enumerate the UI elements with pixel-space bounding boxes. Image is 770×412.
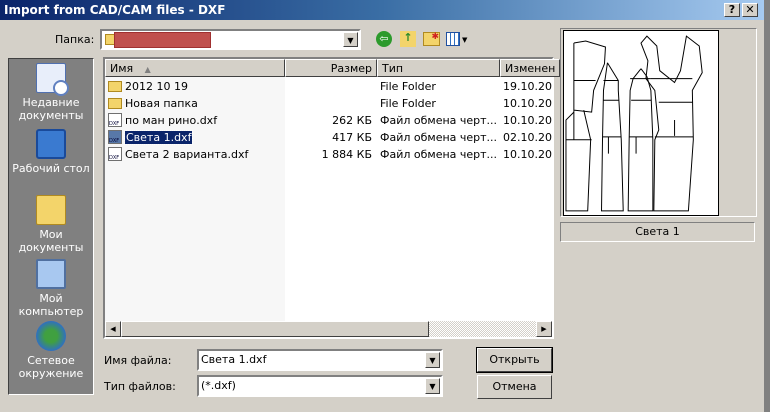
- file-size: 262 КБ: [332, 114, 372, 127]
- folder-icon: [108, 81, 122, 92]
- file-row[interactable]: DXF Света 1.dxf 417 КБ Файл обмена черт... 0…: [105, 129, 552, 146]
- window-edge: [764, 0, 770, 412]
- preview-frame: [560, 28, 757, 217]
- my-documents-icon: [36, 195, 66, 225]
- recent-documents-icon: [36, 63, 69, 96]
- file-row[interactable]: 2012 10 19 File Folder 19.10.20: [105, 78, 552, 95]
- dxf-preview-image: [563, 30, 719, 216]
- folder-icon: [108, 98, 122, 109]
- scroll-right-icon[interactable]: ▶: [536, 321, 552, 337]
- column-header-name[interactable]: Имя ▲: [105, 59, 285, 77]
- file-type: Файл обмена черт...: [380, 114, 498, 127]
- horizontal-scrollbar[interactable]: ◀ ▶: [105, 321, 552, 337]
- column-header-modified[interactable]: Изменен: [500, 59, 560, 77]
- file-row[interactable]: Новая папка File Folder 10.10.20: [105, 95, 552, 112]
- chevron-down-icon[interactable]: ▼: [425, 378, 440, 394]
- dxf-file-icon: DXF: [108, 130, 122, 144]
- file-type: Файл обмена черт...: [380, 131, 498, 144]
- preview-caption: Света 1: [560, 222, 755, 242]
- place-desktop[interactable]: Рабочий стол: [9, 129, 93, 175]
- open-button[interactable]: Открыть: [476, 347, 553, 373]
- file-name: по ман рино.dxf: [125, 114, 218, 127]
- file-type: File Folder: [380, 97, 436, 110]
- chevron-down-icon[interactable]: ▼: [343, 32, 358, 47]
- file-row[interactable]: DXF по ман рино.dxf 262 КБ Файл обмена черт…: [105, 112, 552, 129]
- file-name: Новая папка: [125, 97, 198, 110]
- file-name: Света 1.dxf: [123, 130, 194, 145]
- file-modified: 02.10.20: [503, 131, 552, 144]
- lookin-combo[interactable]: ▼: [100, 29, 361, 50]
- file-name: Света 2 варианта.dxf: [125, 148, 249, 161]
- file-list[interactable]: Имя ▲ Размер Тип Изменен 2012 10 19 File …: [103, 57, 560, 339]
- view-menu-icon[interactable]: [446, 32, 460, 46]
- redacted-path: [114, 32, 211, 48]
- network-icon: [36, 321, 66, 351]
- dxf-file-icon: DXF: [108, 147, 122, 161]
- file-name: 2012 10 19: [125, 80, 188, 93]
- back-icon[interactable]: ⇦: [376, 31, 392, 47]
- scroll-thumb[interactable]: [121, 321, 429, 337]
- places-bar: Недавние документы Рабочий стол Мои доку…: [8, 58, 94, 395]
- file-modified: 19.10.20: [503, 80, 552, 93]
- place-recent[interactable]: Недавние документы: [9, 63, 93, 122]
- place-my-documents[interactable]: Мои документы: [9, 195, 93, 254]
- column-header-size[interactable]: Размер: [285, 59, 377, 77]
- title-bar: Import from CAD/CAM files - DXF: [0, 0, 764, 20]
- dxf-file-icon: DXF: [108, 113, 122, 127]
- column-header-type[interactable]: Тип: [377, 59, 500, 77]
- view-menu-chevron-icon[interactable]: ▼: [462, 36, 467, 44]
- filetype-label: Тип файлов:: [104, 380, 176, 393]
- filename-input[interactable]: Света 1.dxf ▼: [197, 349, 443, 371]
- file-modified: 10.10.20: [503, 114, 552, 127]
- file-size: 417 КБ: [332, 131, 372, 144]
- place-my-computer[interactable]: Мой компьютер: [9, 259, 93, 318]
- file-type: File Folder: [380, 80, 436, 93]
- chevron-down-icon[interactable]: ▼: [425, 352, 440, 368]
- help-button[interactable]: ?: [724, 3, 740, 17]
- filename-label: Имя файла:: [104, 354, 172, 367]
- up-folder-icon[interactable]: ↑: [400, 31, 416, 47]
- filetype-select[interactable]: (*.dxf) ▼: [197, 375, 443, 397]
- file-modified: 10.10.20: [503, 97, 552, 110]
- lookin-label: Папка:: [55, 33, 95, 46]
- my-computer-icon: [36, 259, 66, 289]
- new-folder-icon[interactable]: ✱: [423, 32, 440, 46]
- place-network[interactable]: Сетевое окружение: [9, 321, 93, 380]
- window-title: Import from CAD/CAM files - DXF: [4, 3, 226, 17]
- desktop-icon: [36, 129, 66, 159]
- file-size: 1 884 КБ: [321, 148, 372, 161]
- sort-asc-icon: ▲: [144, 65, 151, 74]
- cancel-button[interactable]: Отмена: [477, 375, 552, 399]
- file-type: Файл обмена черт...: [380, 148, 498, 161]
- close-button[interactable]: ✕: [742, 3, 758, 17]
- file-modified: 10.10.20: [503, 148, 552, 161]
- scroll-left-icon[interactable]: ◀: [105, 321, 121, 337]
- file-row[interactable]: DXF Света 2 варианта.dxf 1 884 КБ Файл обме…: [105, 146, 552, 163]
